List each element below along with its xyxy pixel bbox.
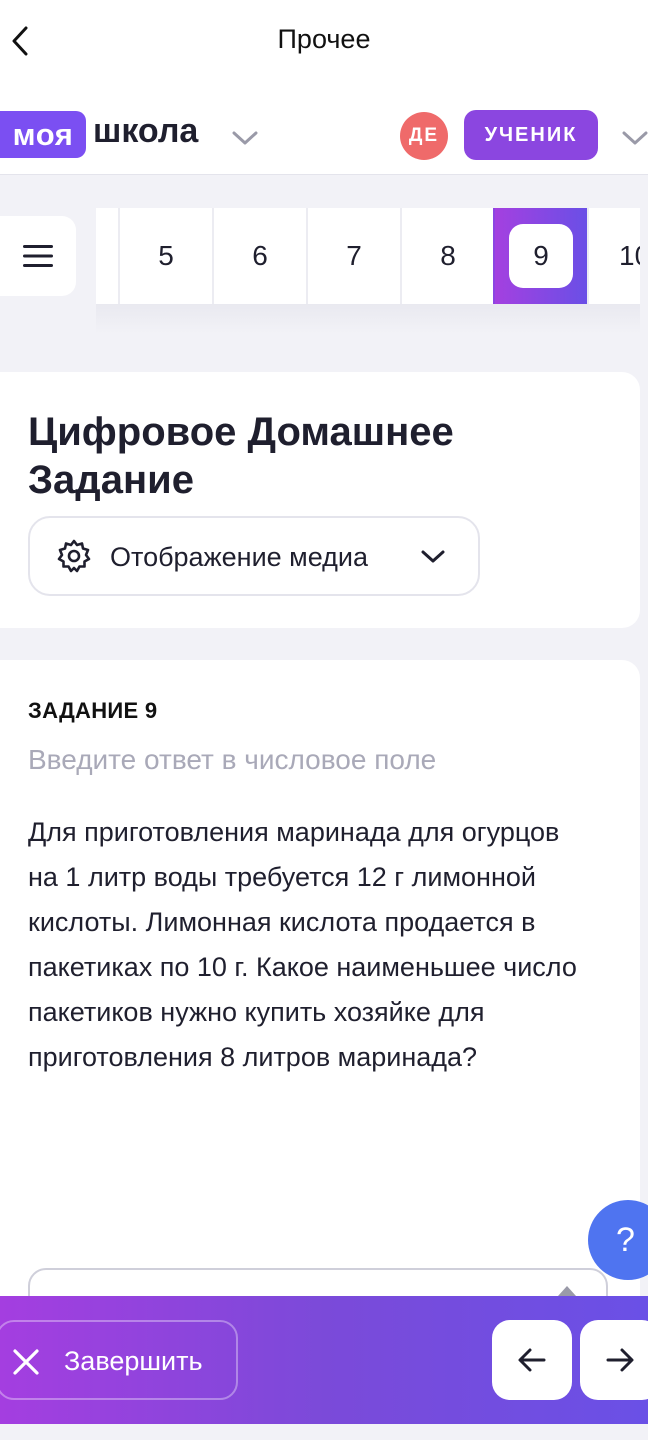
school-header: моя школа ДЕ УЧЕНИК	[0, 82, 648, 175]
task-number-8[interactable]: 8	[400, 208, 494, 304]
logo-shkola: школа	[93, 112, 199, 150]
active-task-number: 9	[509, 224, 573, 288]
title-card: Цифровое Домашнее Задание Отображение ме…	[0, 372, 640, 628]
task-number-5[interactable]: 5	[118, 208, 212, 304]
finish-button-label: Завершить	[64, 1346, 203, 1376]
media-display-dropdown[interactable]: Отображение медиа	[28, 516, 480, 596]
finish-button[interactable]: Завершить	[0, 1320, 238, 1400]
task-text: Для приготовления маринада для огурцов н…	[28, 817, 577, 1072]
page-bottom-strip	[0, 1424, 648, 1440]
gear-icon	[57, 539, 91, 573]
page-header-title: Прочее	[277, 24, 371, 54]
media-dropdown-label: Отображение медиа	[110, 542, 369, 572]
arrow-right-icon	[606, 1348, 634, 1372]
logo-moya: моя	[0, 111, 86, 158]
chevron-down-icon[interactable]	[230, 126, 260, 150]
next-task-button[interactable]	[580, 1320, 648, 1400]
task-number-10[interactable]: 10	[587, 208, 640, 304]
top-navigation-bar: Прочее	[0, 0, 648, 82]
hamburger-menu-icon	[23, 245, 53, 267]
task-card: ЗАДАНИЕ 9 Введите ответ в числовое поле …	[0, 660, 640, 1360]
chevron-down-icon[interactable]	[620, 126, 648, 150]
arrow-left-icon	[518, 1348, 546, 1372]
bottom-action-bar: Завершить	[0, 1296, 648, 1424]
task-number-9-active[interactable]: 9	[493, 208, 587, 304]
avatar[interactable]: ДЕ	[400, 112, 448, 160]
chevron-down-icon	[421, 550, 445, 563]
close-icon	[13, 1349, 39, 1375]
task-hint: Введите ответ в числовое поле	[28, 744, 437, 775]
menu-button[interactable]	[0, 216, 76, 296]
task-number-strip[interactable]: 5 6 7 8 9 10	[96, 208, 640, 304]
task-heading: ЗАДАНИЕ 9	[28, 698, 158, 723]
task-number-6[interactable]: 6	[212, 208, 306, 304]
task-number-7[interactable]: 7	[306, 208, 400, 304]
role-badge[interactable]: УЧЕНИК	[464, 110, 598, 160]
strip-shadow	[96, 304, 640, 334]
page-title: Цифровое Домашнее Задание	[28, 410, 454, 502]
previous-task-button[interactable]	[492, 1320, 572, 1400]
